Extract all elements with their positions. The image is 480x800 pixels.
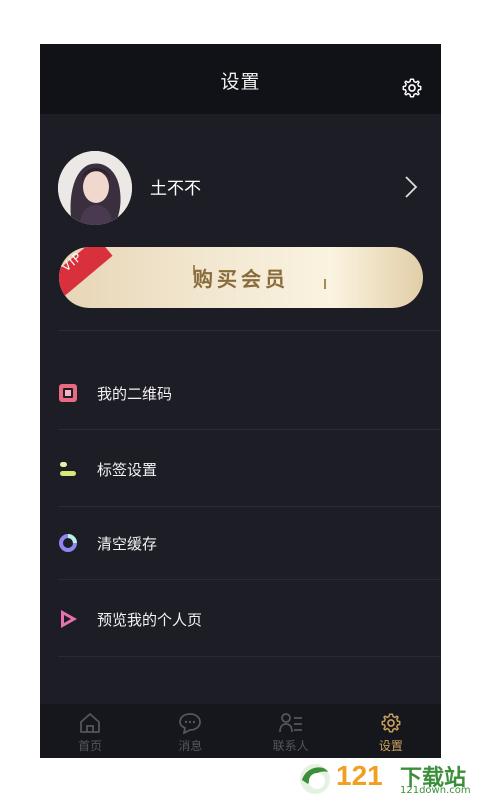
decor-tick [324, 279, 326, 289]
tag-settings-icon [60, 462, 76, 476]
divider [58, 429, 441, 430]
app-screen: 设置 土不不 VIP 购买会员 我的二维码 标签设置 清空缓存 预览我的个人页 … [40, 44, 441, 758]
profile-row[interactable]: 土不不 [58, 151, 438, 225]
gear-icon[interactable] [401, 77, 423, 99]
menu-item-label: 清空缓存 [97, 535, 158, 553]
menu-item-clear-cache[interactable]: 清空缓存 [40, 523, 441, 563]
menu-item-label: 标签设置 [97, 461, 158, 479]
divider [58, 579, 441, 580]
page-title: 设置 [220, 70, 261, 93]
contacts-icon [278, 713, 302, 733]
watermark-url: 121down.com [400, 785, 471, 796]
tab-messages[interactable]: 消息 [140, 704, 240, 758]
divider [58, 656, 441, 657]
tab-label: 联系人 [272, 739, 309, 753]
bottom-tab-bar: 首页 消息 联系人 设置 [40, 704, 441, 758]
qrcode-icon [59, 384, 77, 402]
buy-membership-label: 购买会员 [193, 267, 289, 291]
menu-item-preview-profile[interactable]: 预览我的个人页 [40, 599, 441, 639]
tab-label: 首页 [78, 739, 103, 753]
tab-label: 消息 [178, 739, 203, 753]
tab-settings[interactable]: 设置 [341, 704, 441, 758]
divider [58, 506, 441, 507]
chevron-right-icon[interactable] [404, 175, 418, 199]
tab-home[interactable]: 首页 [40, 704, 140, 758]
header-bar: 设置 [40, 44, 441, 114]
tab-contacts[interactable]: 联系人 [241, 704, 341, 758]
menu-item-qrcode[interactable]: 我的二维码 [40, 373, 441, 413]
watermark: 121 下载站 121down.com [296, 758, 476, 798]
avatar[interactable] [58, 151, 132, 225]
menu-item-label: 预览我的个人页 [97, 611, 203, 629]
watermark-number: 121 [336, 760, 383, 791]
menu-item-tag-settings[interactable]: 标签设置 [40, 449, 441, 489]
buy-membership-button[interactable]: VIP 购买会员 [59, 247, 423, 308]
watermark-logo-icon [300, 764, 330, 794]
preview-icon [61, 610, 77, 628]
divider [58, 330, 441, 331]
clear-cache-icon [59, 534, 77, 552]
message-icon [179, 713, 202, 734]
menu-item-label: 我的二维码 [97, 385, 173, 403]
username: 土不不 [150, 179, 201, 199]
home-icon [80, 713, 101, 733]
tab-label: 设置 [378, 739, 403, 753]
settings-icon [381, 713, 401, 733]
